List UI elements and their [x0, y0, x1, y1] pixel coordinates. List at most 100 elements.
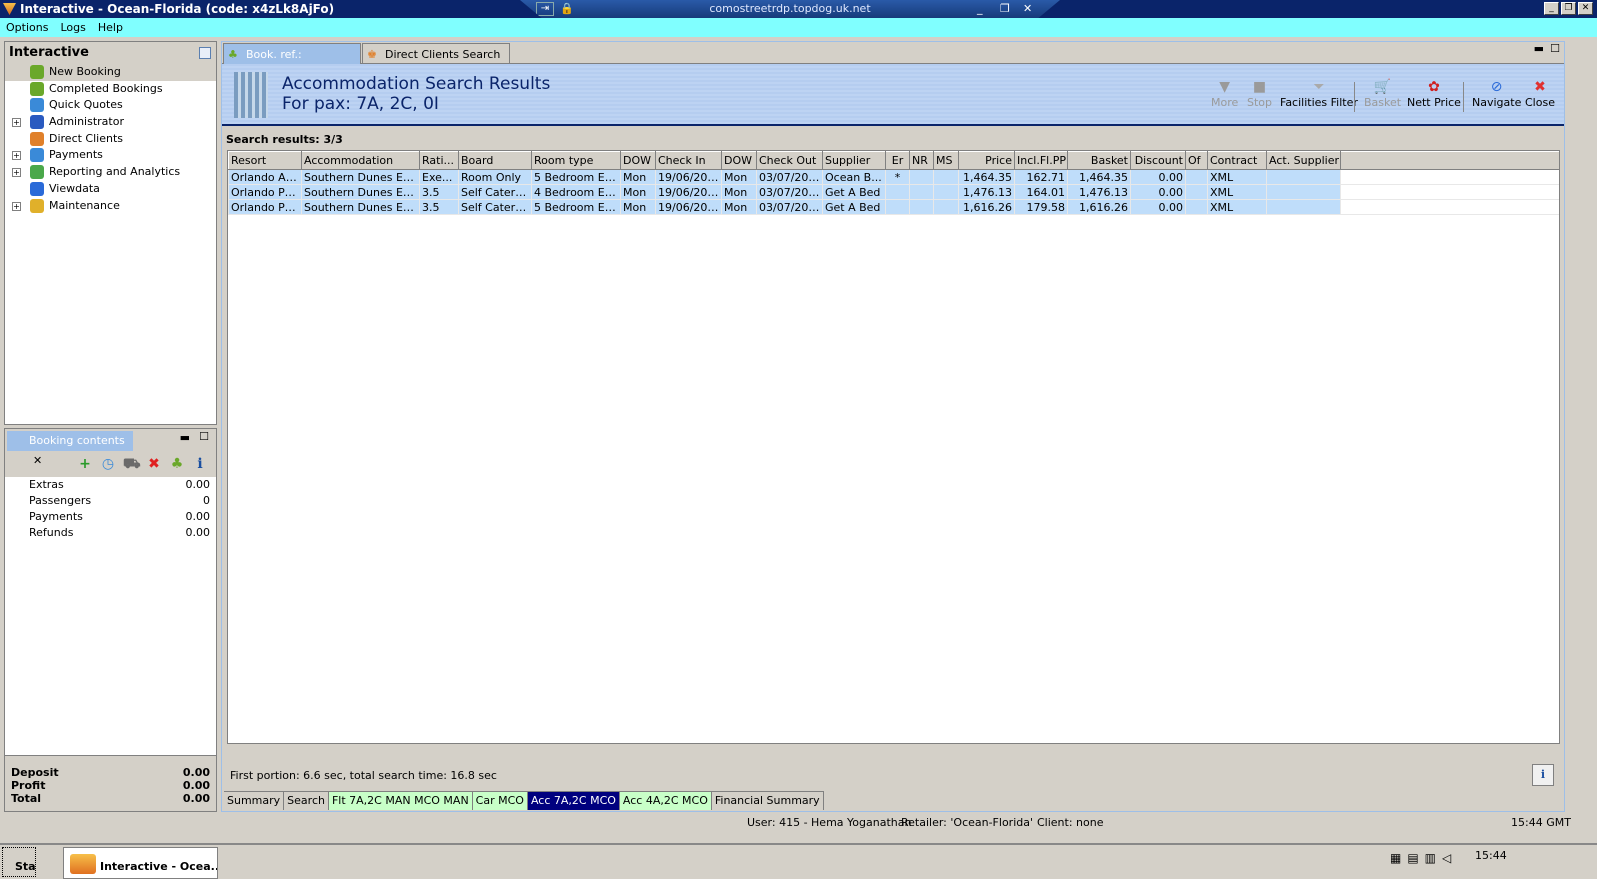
tab-label: Direct Clients Search — [385, 48, 501, 61]
table-cell: Mon — [620, 169, 656, 185]
column-header[interactable]: Basket — [1067, 151, 1131, 170]
expand-icon[interactable]: + — [12, 118, 21, 128]
column-header[interactable]: Act. Supplier — [1266, 151, 1341, 170]
expand-icon[interactable]: + — [12, 168, 21, 178]
taskbar-clock: 15:44 — [1475, 849, 1507, 862]
column-header[interactable]: Room type — [531, 151, 621, 170]
stop-button[interactable]: ■ Stop — [1247, 78, 1272, 109]
table-cell — [1266, 199, 1341, 215]
maximize-panel-button[interactable]: ☐ — [1550, 42, 1560, 55]
nav-item-payments[interactable]: + Payments — [5, 147, 216, 164]
table-row[interactable]: Orlando Pri... Southern Dunes Exe... 3.5 Se… — [228, 199, 1559, 215]
minimize-button[interactable]: _ — [1544, 2, 1559, 15]
maximize-panel-button[interactable]: ☐ — [199, 430, 209, 443]
table-cell: 3.5 — [419, 199, 459, 215]
rdp-restore-button[interactable]: ❐ — [1000, 0, 1010, 18]
tab-booking-contents[interactable]: Booking contents ✕ — [7, 431, 133, 467]
column-header[interactable]: Er — [885, 151, 910, 170]
expand-icon[interactable]: + — [12, 201, 21, 211]
nett-price-button[interactable]: ✿ Nett Price — [1407, 78, 1461, 109]
table-cell: 03/07/2017 — [756, 184, 823, 200]
page-title: Accommodation Search Results — [282, 74, 551, 94]
nav-item-quick-quotes[interactable]: Quick Quotes — [5, 97, 216, 114]
table-cell: Orlando Ar... — [228, 169, 302, 185]
tab-direct-clients-search[interactable]: ♚ Direct Clients Search — [362, 43, 510, 64]
restore-button[interactable]: ❐ — [1561, 2, 1576, 15]
nav-item-new-booking[interactable]: New Booking — [5, 64, 216, 81]
taskbar-app-button[interactable]: Interactive - Ocea... — [63, 847, 218, 879]
quick-quote-icon[interactable]: ◷ — [100, 456, 116, 472]
nav-item-administrator[interactable]: + Administrator — [5, 114, 216, 131]
more-button[interactable]: ▼ More — [1211, 78, 1238, 109]
rdp-close-button[interactable]: ✕ — [1023, 0, 1032, 18]
close-icon[interactable]: ✕ — [33, 454, 42, 467]
delete-icon[interactable]: ✖ — [146, 456, 162, 472]
start-button[interactable]: Start — [2, 847, 36, 877]
total-value: 0.00 — [182, 766, 210, 779]
table-cell: 19/06/2017 — [655, 184, 722, 200]
nav-item-direct-clients[interactable]: Direct Clients — [5, 131, 216, 148]
tab-booking-ref[interactable]: ♣Book. ref.: <none>✕ — [223, 43, 361, 82]
column-header[interactable]: Accommodation — [301, 151, 420, 170]
table-row[interactable]: Orlando Ar... Southern Dunes Exe... Exe...… — [228, 169, 1559, 185]
column-header[interactable]: Incl.Fl.PP — [1014, 151, 1068, 170]
rdp-minimize-button[interactable]: _ — [977, 0, 983, 18]
table-cell: 0.00 — [1130, 199, 1186, 215]
basket-button[interactable]: 🛒 Basket — [1364, 78, 1401, 109]
column-header[interactable]: Supplier — [822, 151, 886, 170]
column-header[interactable]: Resort — [228, 151, 302, 170]
column-header[interactable]: Price — [958, 151, 1015, 170]
close-window-button[interactable]: ✕ — [1578, 2, 1593, 15]
expand-icon[interactable]: + — [12, 151, 21, 161]
bottom-tab[interactable]: Flt 7A,2C MAN MCO MAN — [328, 792, 473, 810]
table-cell: 1,616.26 — [1067, 199, 1131, 215]
table-cell — [885, 199, 910, 215]
column-header[interactable]: DOW — [620, 151, 656, 170]
status-client: Client: none — [1037, 816, 1104, 829]
nav-item-viewdata[interactable]: Viewdata — [5, 181, 216, 198]
bottom-tab[interactable]: Acc 7A,2C MCO — [527, 792, 620, 810]
nav-item-reporting-and-analytics[interactable]: + Reporting and Analytics — [5, 164, 216, 181]
info-button[interactable]: i — [1532, 764, 1554, 786]
column-header[interactable]: Rati... — [419, 151, 459, 170]
column-header[interactable]: Check Out — [756, 151, 823, 170]
bottom-tab[interactable]: Financial Summary — [711, 792, 824, 810]
bottom-tab[interactable]: Car MCO — [472, 792, 528, 810]
basket-add-icon[interactable]: ⛟ — [123, 456, 141, 472]
minimize-panel-button[interactable]: ▬ — [1534, 42, 1544, 55]
table-cell: 4 Bedroom Exe... — [531, 184, 621, 200]
nav-item-maintenance[interactable]: + Maintenance — [5, 198, 216, 215]
column-header[interactable]: NR — [909, 151, 934, 170]
column-header[interactable]: Contract — [1207, 151, 1267, 170]
table-cell: Mon — [721, 169, 757, 185]
column-header[interactable]: Discount — [1130, 151, 1186, 170]
navigation-panel: Interactive New Booking Completed Booking… — [4, 41, 217, 425]
add-icon[interactable]: + — [77, 456, 93, 472]
row-value: 0.00 — [185, 478, 211, 491]
navigate-button[interactable]: ⊘ Navigate — [1472, 78, 1521, 109]
facilities-filter-button[interactable]: ⏷ Facilities Filter — [1280, 78, 1358, 109]
nett-price-label: Nett Price — [1407, 96, 1461, 109]
menu-options[interactable]: Options — [6, 18, 48, 37]
bottom-tab[interactable]: Summary — [224, 792, 285, 810]
palm-tree-icon[interactable]: ♣ — [169, 456, 185, 472]
table-cell: Room Only — [458, 169, 532, 185]
table-row[interactable]: Orlando Pri... Southern Dunes Exe... 3.5 Se… — [228, 184, 1559, 200]
minimize-panel-button[interactable]: ▬ — [180, 431, 190, 444]
system-tray-icons[interactable]: ▦▤▥◁ — [1390, 851, 1470, 865]
menu-logs[interactable]: Logs — [60, 18, 85, 37]
column-header[interactable]: DOW — [721, 151, 757, 170]
info-icon[interactable]: i — [192, 456, 208, 472]
collapse-button[interactable] — [199, 47, 211, 59]
column-header[interactable]: MS — [933, 151, 959, 170]
column-header[interactable]: Of — [1185, 151, 1208, 170]
close-button[interactable]: ✖ Close — [1525, 78, 1555, 109]
column-header[interactable]: Board — [458, 151, 532, 170]
bottom-tab[interactable]: Acc 4A,2C MCO — [619, 792, 712, 810]
bottom-tab[interactable]: Search — [284, 792, 329, 810]
menu-help[interactable]: Help — [98, 18, 123, 37]
column-header[interactable]: Check In — [655, 151, 722, 170]
nav-item-completed-bookings[interactable]: Completed Bookings — [5, 81, 216, 98]
pin-icon[interactable]: ⇥ — [536, 2, 554, 16]
table-cell — [933, 184, 959, 200]
